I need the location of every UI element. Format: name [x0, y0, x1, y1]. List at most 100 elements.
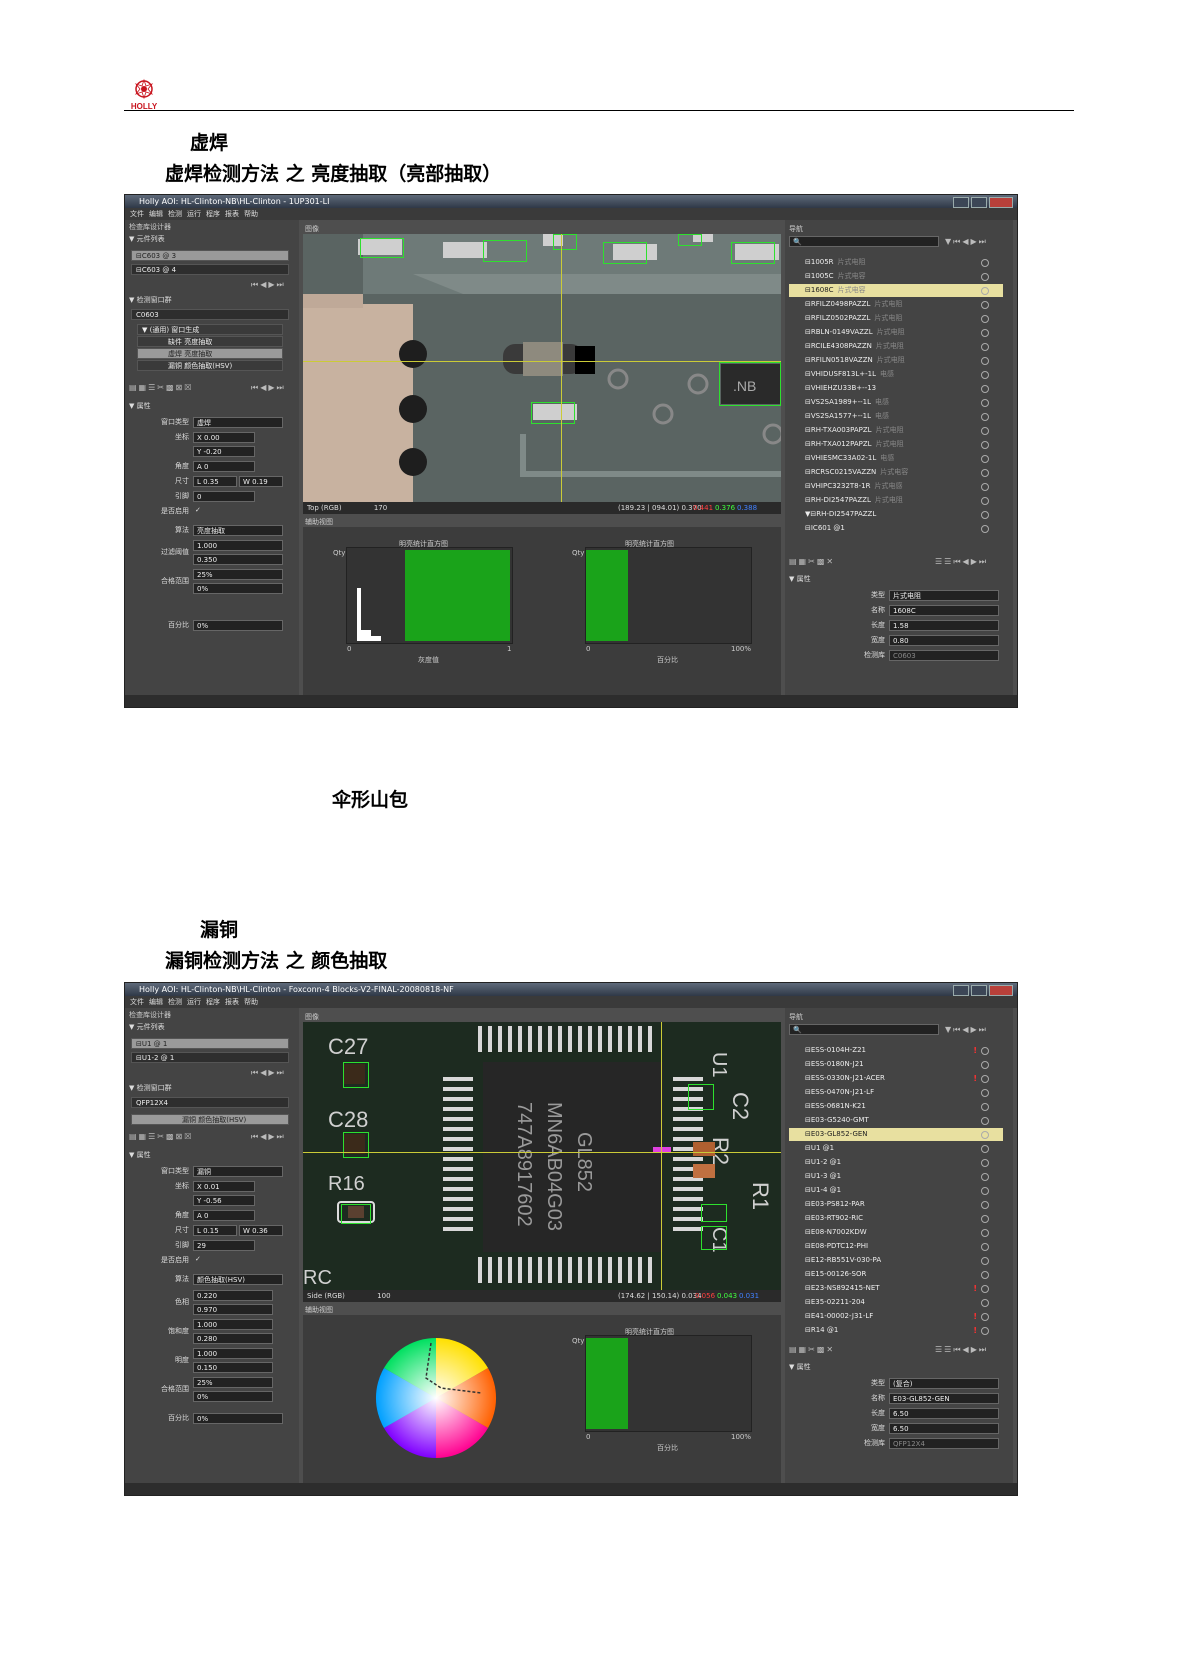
coord-y-field[interactable]: Y -0.20	[193, 446, 255, 457]
nav-list-buttons[interactable]: ▼⏮◀▶⏭	[945, 1025, 988, 1035]
inspection-window[interactable]	[688, 1084, 714, 1110]
list-nav-icons[interactable]: ⏮◀▶⏭	[251, 1132, 286, 1142]
menu-report[interactable]: 报表	[225, 210, 239, 218]
visibility-icon[interactable]	[981, 1215, 989, 1223]
menu-program[interactable]: 程序	[206, 210, 220, 218]
nav-item[interactable]: ⊟E03-RT902-RIC	[789, 1212, 1003, 1225]
pcb-image[interactable]: C27 C28 R16 RC U1 C2 R2 R1 C1 GL852 MN6A…	[303, 1022, 781, 1290]
nav-item[interactable]: ⊟RCRSC0215VAZZN 片式电容	[789, 466, 1003, 479]
visibility-icon[interactable]	[981, 343, 989, 351]
nav-item[interactable]: ⊟E35-02211-204	[789, 1296, 1003, 1309]
nav-item[interactable]: ⊟E15-00126-SOR	[789, 1268, 1003, 1281]
nav-item[interactable]: ⊟RH-TXA003PAPZL 片式电阻	[789, 424, 1003, 437]
close-button[interactable]	[989, 985, 1013, 996]
nav-item[interactable]: ⊟U1-2 @1	[789, 1156, 1003, 1169]
component-list-header[interactable]: ▼ 元件列表	[129, 1022, 165, 1032]
nav-item[interactable]: ⊟RFILZ0498PAZZL 片式电阻	[789, 298, 1003, 311]
visibility-icon[interactable]	[981, 357, 989, 365]
visibility-icon[interactable]	[981, 469, 989, 477]
nav-item[interactable]: ⊟E12-RB551V-030-PA	[789, 1254, 1003, 1267]
toolbar-icons[interactable]: ▤▦☰✂▩⊠☒	[129, 1132, 193, 1141]
nav-list-buttons[interactable]: ▼⏮◀▶⏭	[945, 237, 988, 247]
nav-item[interactable]: ⊟E08-PDTC12-PHI	[789, 1240, 1003, 1253]
nav-item[interactable]: ⊟U1-4 @1	[789, 1184, 1003, 1197]
visibility-icon[interactable]	[981, 301, 989, 309]
visibility-icon[interactable]	[981, 1243, 989, 1251]
pass-high-slider[interactable]: 25%	[193, 1377, 273, 1388]
coord-x-field[interactable]: X 0.01	[193, 1181, 255, 1192]
nav-item-selected[interactable]: ⊟E03-GL852-GEN	[789, 1128, 1003, 1141]
algorithm-select[interactable]: 颜色抽取(HSV)	[193, 1274, 283, 1285]
nav-search-input[interactable]: 🔍	[789, 236, 939, 247]
menu-run[interactable]: 运行	[187, 998, 201, 1006]
visibility-icon[interactable]	[981, 1173, 989, 1181]
menu-run[interactable]: 运行	[187, 210, 201, 218]
nav-item[interactable]: ⊟E23-NS892415-NET!	[789, 1282, 1003, 1295]
nav-item[interactable]: ⊟ESS-0180N-J21	[789, 1058, 1003, 1071]
inspection-window[interactable]	[483, 240, 527, 262]
menu-inspect[interactable]: 检测	[168, 998, 182, 1006]
nav-item[interactable]: ⊟E41-00002-J31-LF!	[789, 1310, 1003, 1323]
size-l-field[interactable]: L 0.35	[193, 476, 237, 487]
visibility-icon[interactable]	[981, 329, 989, 337]
tree-item-selected[interactable]: 漏铜 颜色抽取(HSV)	[131, 1114, 289, 1125]
visibility-icon[interactable]	[981, 483, 989, 491]
maximize-button[interactable]	[971, 197, 987, 208]
nav-item[interactable]: ⊟VHIESMC33A02-1L 电感	[789, 452, 1003, 465]
saturation-high-slider[interactable]: 1.000	[193, 1319, 273, 1330]
enable-checkbox[interactable]: ✓	[195, 1255, 201, 1263]
nav-item[interactable]: ⊟RH-TXA012PAPZL 片式电阻	[789, 438, 1003, 451]
nav-search-input[interactable]: 🔍	[789, 1024, 939, 1035]
window-group-value[interactable]: C0603	[131, 309, 289, 320]
visibility-icon[interactable]	[981, 1047, 989, 1055]
visibility-icon[interactable]	[981, 371, 989, 379]
pass-low-slider[interactable]: 0%	[193, 1391, 273, 1402]
menu-file[interactable]: 文件	[130, 998, 144, 1006]
length-field[interactable]: 6.50	[889, 1408, 999, 1419]
coord-x-field[interactable]: X 0.00	[193, 432, 255, 443]
inspection-window[interactable]	[603, 242, 647, 264]
menu-file[interactable]: 文件	[130, 210, 144, 218]
nav-toolbar-icons[interactable]: ☰☰⏮◀▶⏭	[935, 1345, 988, 1355]
inspection-window[interactable]	[343, 1062, 369, 1088]
properties-header[interactable]: ▼ 属性	[129, 401, 151, 411]
visibility-icon[interactable]	[981, 1075, 989, 1083]
nav-item[interactable]: ⊟U1-3 @1	[789, 1170, 1003, 1183]
nav-item[interactable]: ⊟RFILZ0502PAZZL 片式电阻	[789, 312, 1003, 325]
image-mode[interactable]: Top (RGB)	[307, 504, 342, 512]
visibility-icon[interactable]	[981, 1285, 989, 1293]
nav-item[interactable]: ▼⊟RH-DI2547PAZZL	[789, 508, 1003, 521]
nav-item[interactable]: ⊟RFILN0518VAZZN 片式电阻	[789, 354, 1003, 367]
window-type-select[interactable]: 虚焊	[193, 417, 283, 428]
nav-item-selected[interactable]: ⊟1608C 片式电容	[789, 284, 1003, 297]
pass-low-slider[interactable]: 0%	[193, 583, 283, 594]
inspection-window[interactable]	[731, 242, 775, 264]
component-item[interactable]: ⊟U1-2 @ 1	[131, 1052, 289, 1063]
size-w-field[interactable]: W 0.19	[239, 476, 283, 487]
menu-help[interactable]: 帮助	[244, 210, 258, 218]
minimize-button[interactable]	[953, 985, 969, 996]
nav-item[interactable]: ⊟E03-G5240-GMT	[789, 1114, 1003, 1127]
pass-high-slider[interactable]: 25%	[193, 569, 283, 580]
visibility-icon[interactable]	[981, 413, 989, 421]
visibility-icon[interactable]	[981, 1271, 989, 1279]
coord-y-field[interactable]: Y -0.56	[193, 1195, 255, 1206]
length-field[interactable]: 1.58	[889, 620, 999, 631]
component-item[interactable]: ⊟C603 @ 4	[131, 264, 289, 275]
close-button[interactable]	[989, 197, 1013, 208]
inspection-window[interactable]	[531, 402, 575, 424]
nav-item[interactable]: ⊟R14 @1!	[789, 1324, 1003, 1337]
menu-inspect[interactable]: 检测	[168, 210, 182, 218]
visibility-icon[interactable]	[981, 399, 989, 407]
nav-toolbar-icons[interactable]: ☰☰⏮◀▶⏭	[935, 557, 988, 567]
nav-toolbar-icons[interactable]: ▤▦✂▩✕	[789, 1345, 835, 1354]
nav-item[interactable]: ⊟E08-N7002KDW	[789, 1226, 1003, 1239]
nav-item[interactable]: ⊟VS2SA1989+--1L 电感	[789, 396, 1003, 409]
inspection-window[interactable]	[678, 234, 702, 246]
visibility-icon[interactable]	[981, 287, 989, 295]
window-type-select[interactable]: 漏铜	[193, 1166, 283, 1177]
menu-program[interactable]: 程序	[206, 998, 220, 1006]
nav-item[interactable]: ⊟RH-DI2547PAZZL 片式电阻	[789, 494, 1003, 507]
visibility-icon[interactable]	[981, 1229, 989, 1237]
value-low-slider[interactable]: 0.150	[193, 1362, 273, 1373]
